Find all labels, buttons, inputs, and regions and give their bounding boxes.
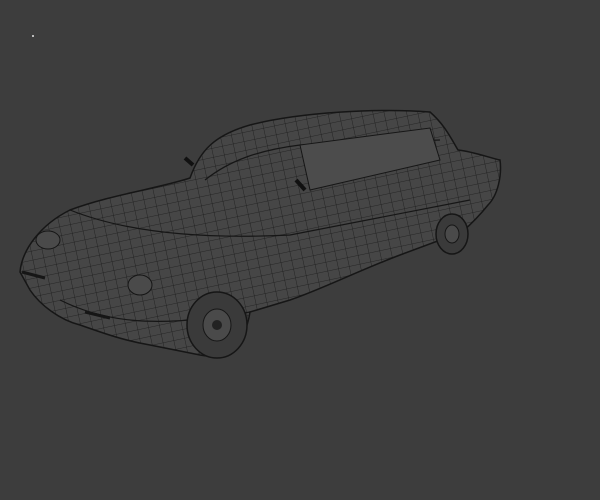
headlight-right [127,274,153,296]
front-wheel [186,291,248,359]
car-wireframe-model [19,35,502,359]
origin-marker [32,35,34,37]
car-body [19,109,502,357]
rear-wheel [435,213,469,255]
headlight-left [35,230,61,250]
3d-viewport[interactable] [0,0,600,500]
